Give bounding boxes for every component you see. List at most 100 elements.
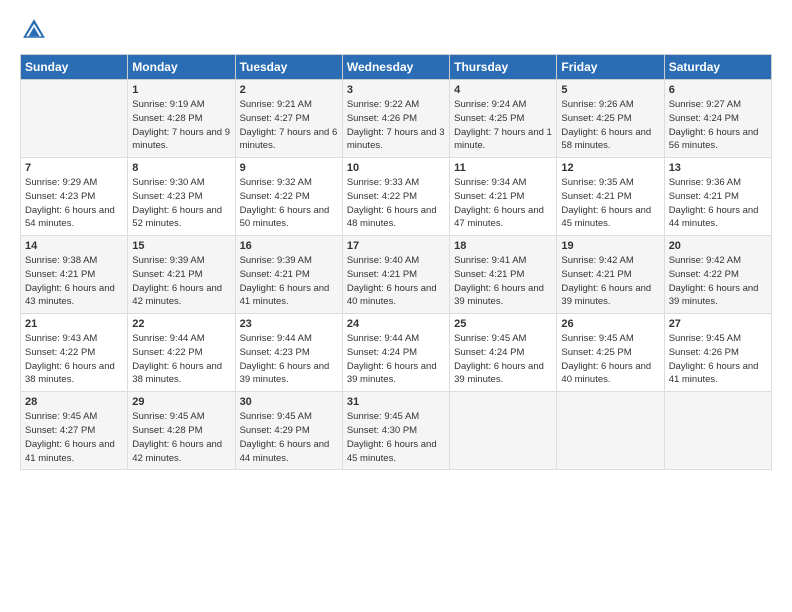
sunset: Sunset: 4:24 PM bbox=[347, 347, 417, 358]
sunset: Sunset: 4:30 PM bbox=[347, 425, 417, 436]
sunset: Sunset: 4:24 PM bbox=[669, 113, 739, 124]
sunset: Sunset: 4:21 PM bbox=[347, 269, 417, 280]
sunset: Sunset: 4:26 PM bbox=[669, 347, 739, 358]
sunrise: Sunrise: 9:44 AM bbox=[347, 333, 419, 344]
daylight: Daylight: 6 hours and 38 minutes. bbox=[132, 361, 222, 386]
sunrise: Sunrise: 9:22 AM bbox=[347, 99, 419, 110]
sunrise: Sunrise: 9:45 AM bbox=[347, 411, 419, 422]
daylight: Daylight: 6 hours and 47 minutes. bbox=[454, 205, 544, 230]
sunrise: Sunrise: 9:42 AM bbox=[669, 255, 741, 266]
sunrise: Sunrise: 9:26 AM bbox=[561, 99, 633, 110]
day-info: Sunrise: 9:41 AM Sunset: 4:21 PM Daylight:… bbox=[454, 254, 552, 309]
sunrise: Sunrise: 9:29 AM bbox=[25, 177, 97, 188]
sunrise: Sunrise: 9:45 AM bbox=[454, 333, 526, 344]
daylight: Daylight: 6 hours and 39 minutes. bbox=[240, 361, 330, 386]
sunrise: Sunrise: 9:39 AM bbox=[132, 255, 204, 266]
sunset: Sunset: 4:21 PM bbox=[454, 269, 524, 280]
day-number: 2 bbox=[240, 84, 338, 96]
sunset: Sunset: 4:21 PM bbox=[561, 269, 631, 280]
day-info: Sunrise: 9:38 AMSunset: 4:21 PMDaylight:… bbox=[25, 254, 123, 309]
week-row-2: 7Sunrise: 9:29 AMSunset: 4:23 PMDaylight… bbox=[21, 158, 772, 236]
cell-3-3: 16Sunrise: 9:39 AMSunset: 4:21 PMDayligh… bbox=[235, 236, 342, 314]
daylight: Daylight: 6 hours and 50 minutes. bbox=[240, 205, 330, 230]
cell-4-3: 23Sunrise: 9:44 AMSunset: 4:23 PMDayligh… bbox=[235, 314, 342, 392]
daylight: Daylight: 6 hours and 41 minutes. bbox=[25, 439, 115, 464]
cell-3-2: 15 Sunrise: 9:39 AMSunset: 4:21 PMDayligh… bbox=[128, 236, 235, 314]
sunset: Sunset: 4:21 PM bbox=[25, 269, 95, 280]
logo-icon bbox=[20, 16, 48, 44]
day-info: Sunrise: 9:45 AMSunset: 4:29 PMDaylight:… bbox=[240, 410, 338, 465]
col-monday: Monday bbox=[128, 55, 235, 80]
day-number: 12 bbox=[561, 162, 659, 174]
sunrise: Sunrise: 9:45 AM bbox=[669, 333, 741, 344]
day-number: 28 bbox=[25, 396, 123, 408]
day-info: Sunrise: 9:26 AM Sunset: 4:25 PM Daylight:… bbox=[561, 98, 659, 153]
cell-1-3: 2 Sunrise: 9:21 AM Sunset: 4:27 PM Daylight… bbox=[235, 80, 342, 158]
day-info: Sunrise: 9:40 AMSunset: 4:21 PMDaylight:… bbox=[347, 254, 445, 309]
col-wednesday: Wednesday bbox=[342, 55, 449, 80]
day-info: Sunrise: 9:34 AMSunset: 4:21 PMDaylight:… bbox=[454, 176, 552, 231]
week-row-3: 14 Sunrise: 9:38 AMSunset: 4:21 PMDayligh… bbox=[21, 236, 772, 314]
cell-5-6 bbox=[557, 392, 664, 470]
sunrise: Sunrise: 9:41 AM bbox=[454, 255, 526, 266]
sunset: Sunset: 4:27 PM bbox=[25, 425, 95, 436]
sunset: Sunset: 4:28 PM bbox=[132, 113, 202, 124]
day-info: Sunrise: 9:21 AM Sunset: 4:27 PM Daylight:… bbox=[240, 98, 338, 153]
cell-4-2: 22Sunrise: 9:44 AMSunset: 4:22 PMDayligh… bbox=[128, 314, 235, 392]
sunrise: Sunrise: 9:30 AM bbox=[132, 177, 204, 188]
day-info: Sunrise: 9:36 AMSunset: 4:21 PMDaylight:… bbox=[669, 176, 767, 231]
day-number: 20 bbox=[669, 240, 767, 252]
daylight: Daylight: 6 hours and 39 minutes. bbox=[669, 283, 759, 308]
col-sunday: Sunday bbox=[21, 55, 128, 80]
sunset: Sunset: 4:21 PM bbox=[240, 269, 310, 280]
cell-4-5: 25Sunrise: 9:45 AMSunset: 4:24 PMDayligh… bbox=[450, 314, 557, 392]
sunrise: Sunrise: 9:19 AM bbox=[132, 99, 204, 110]
day-number: 14 bbox=[25, 240, 123, 252]
day-info: Sunrise: 9:45 AM Sunset: 4:26 PM Daylight:… bbox=[669, 332, 767, 387]
day-info: Sunrise: 9:39 AMSunset: 4:21 PMDaylight:… bbox=[132, 254, 230, 309]
cell-1-2: 1Sunrise: 9:19 AMSunset: 4:28 PMDaylight… bbox=[128, 80, 235, 158]
day-number: 29 bbox=[132, 396, 230, 408]
daylight: Daylight: 6 hours and 41 minutes. bbox=[669, 361, 759, 386]
cell-4-1: 21Sunrise: 9:43 AMSunset: 4:22 PMDayligh… bbox=[21, 314, 128, 392]
daylight: Daylight: 6 hours and 39 minutes. bbox=[454, 283, 544, 308]
day-number: 19 bbox=[561, 240, 659, 252]
daylight: Daylight: 6 hours and 43 minutes. bbox=[25, 283, 115, 308]
day-number: 30 bbox=[240, 396, 338, 408]
daylight: Daylight: 6 hours and 58 minutes. bbox=[561, 127, 651, 152]
cell-4-6: 26Sunrise: 9:45 AMSunset: 4:25 PMDayligh… bbox=[557, 314, 664, 392]
sunset: Sunset: 4:23 PM bbox=[25, 191, 95, 202]
sunrise: Sunrise: 9:21 AM bbox=[240, 99, 312, 110]
sunrise: Sunrise: 9:45 AM bbox=[240, 411, 312, 422]
daylight: Daylight: 7 hours and 9 minutes. bbox=[132, 127, 230, 152]
sunset: Sunset: 4:21 PM bbox=[561, 191, 631, 202]
day-number: 10 bbox=[347, 162, 445, 174]
day-number: 25 bbox=[454, 318, 552, 330]
sunrise: Sunrise: 9:42 AM bbox=[561, 255, 633, 266]
col-tuesday: Tuesday bbox=[235, 55, 342, 80]
sunrise: Sunrise: 9:32 AM bbox=[240, 177, 312, 188]
day-number: 27 bbox=[669, 318, 767, 330]
cell-2-6: 12Sunrise: 9:35 AMSunset: 4:21 PMDayligh… bbox=[557, 158, 664, 236]
sunset: Sunset: 4:27 PM bbox=[240, 113, 310, 124]
day-info: Sunrise: 9:32 AMSunset: 4:22 PMDaylight:… bbox=[240, 176, 338, 231]
daylight: Daylight: 6 hours and 40 minutes. bbox=[561, 361, 651, 386]
sunset: Sunset: 4:23 PM bbox=[240, 347, 310, 358]
day-number: 15 bbox=[132, 240, 230, 252]
sunrise: Sunrise: 9:45 AM bbox=[561, 333, 633, 344]
day-number: 18 bbox=[454, 240, 552, 252]
sunrise: Sunrise: 9:45 AM bbox=[25, 411, 97, 422]
day-info: Sunrise: 9:42 AMSunset: 4:22 PMDaylight:… bbox=[669, 254, 767, 309]
sunset: Sunset: 4:21 PM bbox=[454, 191, 524, 202]
sunrise: Sunrise: 9:39 AM bbox=[240, 255, 312, 266]
cell-3-7: 20 Sunrise: 9:42 AMSunset: 4:22 PMDayligh… bbox=[664, 236, 771, 314]
daylight: Daylight: 7 hours and 6 minutes. bbox=[240, 127, 338, 152]
sunrise: Sunrise: 9:27 AM bbox=[669, 99, 741, 110]
daylight: Daylight: 6 hours and 39 minutes. bbox=[347, 361, 437, 386]
sunset: Sunset: 4:25 PM bbox=[561, 113, 631, 124]
day-number: 3 bbox=[347, 84, 445, 96]
daylight: Daylight: 6 hours and 52 minutes. bbox=[132, 205, 222, 230]
sunset: Sunset: 4:24 PM bbox=[454, 347, 524, 358]
day-info: Sunrise: 9:44 AM Sunset: 4:24 PM Daylight:… bbox=[347, 332, 445, 387]
sunset: Sunset: 4:25 PM bbox=[561, 347, 631, 358]
